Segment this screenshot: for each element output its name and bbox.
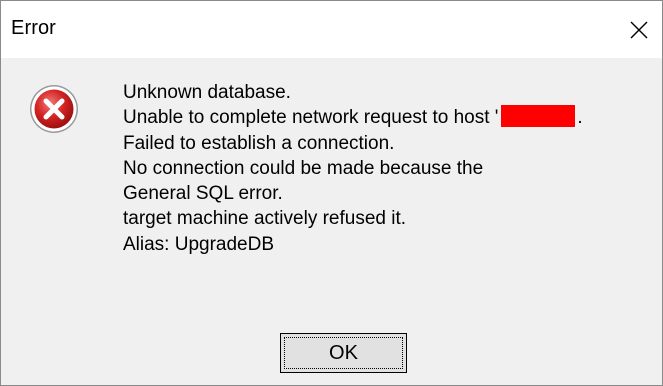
message-line-6: target machine actively refused it. (123, 208, 407, 230)
window-title: Error (11, 17, 56, 39)
error-icon (30, 85, 78, 133)
message-line-2-suffix: . (577, 107, 583, 129)
message-line-1: Unknown database. (123, 82, 291, 103)
error-message: Unknown database. Unable to complete net… (123, 80, 653, 257)
message-line-2: Unable to complete network request to ho… (123, 105, 653, 130)
message-line-7: Alias: UpgradeDB (123, 233, 275, 255)
message-line-2-prefix: Unable to complete network request to ho… (123, 107, 499, 129)
error-dialog: Error Unknown database. Unable to comple… (0, 0, 663, 386)
title-bar[interactable]: Error (1, 1, 662, 58)
ok-button[interactable]: OK (280, 333, 407, 373)
close-button[interactable] (616, 1, 662, 58)
message-line-5: General SQL error. (123, 183, 283, 205)
message-line-3: Failed to establish a connection. (123, 132, 395, 154)
message-line-4: No connection could be made because the (123, 157, 484, 179)
dialog-body: Unknown database. Unable to complete net… (1, 58, 662, 385)
close-icon (630, 21, 648, 38)
redaction-box (501, 105, 576, 128)
